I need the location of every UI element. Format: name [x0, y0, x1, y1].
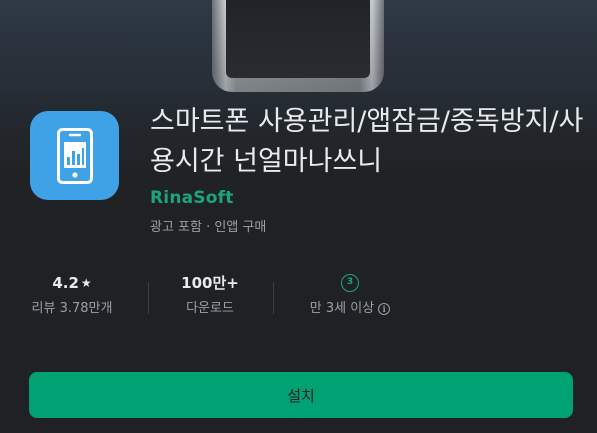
stats-row: 4.2 ★ 리뷰 3.78만개 100만+ 다운로드 3 만 3세 이상 i: [0, 268, 597, 332]
age-rating-badge-icon: 3: [341, 274, 359, 292]
app-title: 스마트폰 사용관리/앱잠금/중독방지/사용시간 넌얼마나쓰니: [150, 106, 584, 177]
app-details-page: 스마트폰 사용관리/앱잠금/중독방지/사용시간 넌얼마나쓰니 RinaSoft …: [0, 0, 597, 433]
rating-value: 4.2: [52, 274, 79, 292]
app-icon: [30, 111, 119, 200]
divider: [148, 282, 149, 314]
review-count: 리뷰 3.78만개: [31, 301, 113, 316]
star-icon: ★: [80, 276, 92, 290]
developer-link[interactable]: RinaSoft: [150, 188, 234, 208]
rating-value-row: 4.2 ★: [22, 268, 122, 298]
downloads-stat: 100만+ 다운로드: [160, 268, 260, 332]
content-rating-label: 만 3세 이상: [309, 301, 375, 316]
info-icon[interactable]: i: [378, 303, 391, 315]
downloads-value: 100만+: [181, 274, 239, 292]
downloads-label: 다운로드: [186, 301, 234, 316]
content-rating-badge-row: 3: [290, 268, 410, 298]
install-button[interactable]: 설치: [29, 372, 573, 418]
content-rating-stat[interactable]: 3 만 3세 이상 i: [290, 268, 410, 332]
monetization-info: 광고 포함 · 인앱 구매: [150, 220, 267, 235]
rating-stat[interactable]: 4.2 ★ 리뷰 3.78만개: [22, 268, 122, 332]
divider: [273, 282, 274, 314]
content-rating-label-row: 만 3세 이상 i: [290, 298, 410, 320]
phone-chart-icon: [56, 127, 93, 184]
